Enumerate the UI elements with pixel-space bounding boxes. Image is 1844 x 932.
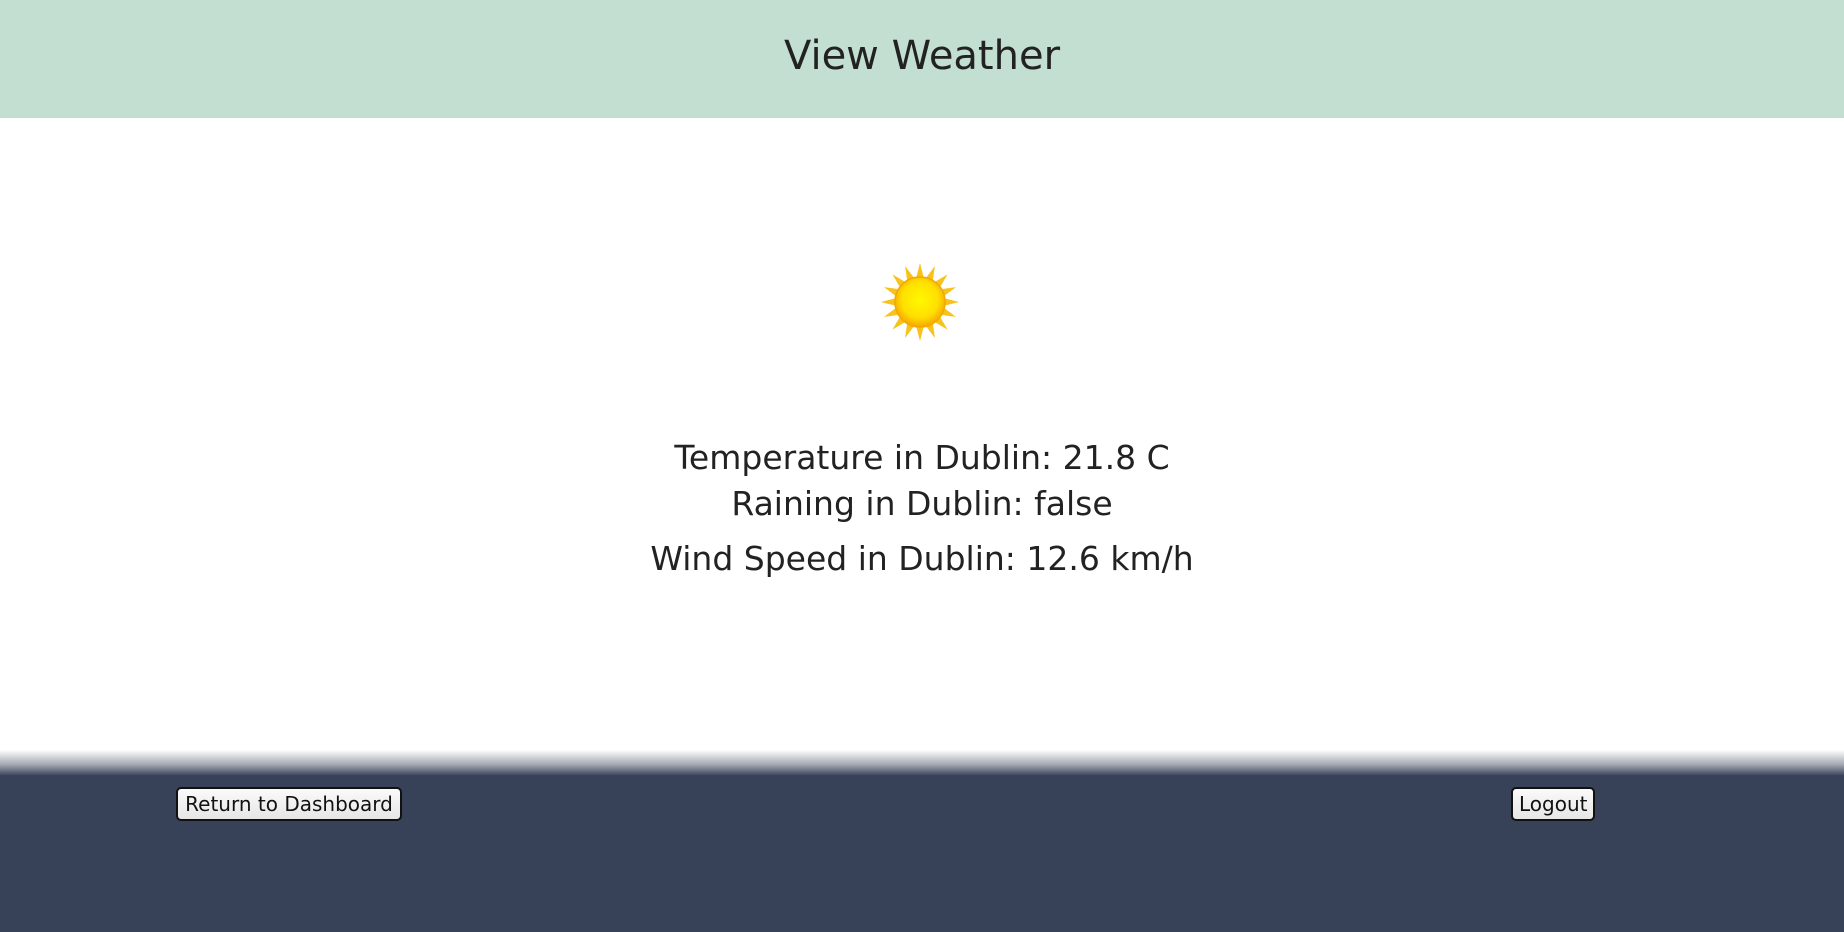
- sun-ray: [916, 263, 924, 278]
- sun-icon-graphic: [881, 263, 959, 341]
- page: View Weather Temperature in Dublin: 21.8…: [0, 0, 1844, 932]
- wind-speed-text: Wind Speed in Dublin: 12.6 km/h: [650, 539, 1194, 578]
- header-bar: View Weather: [0, 0, 1844, 118]
- sun-icon: [880, 262, 960, 342]
- return-to-dashboard-button[interactable]: Return to Dashboard: [176, 787, 402, 821]
- sun-ray: [916, 326, 924, 341]
- page-title: View Weather: [783, 33, 1061, 79]
- sun-ray: [944, 298, 959, 306]
- footer-shadow: [0, 750, 1844, 776]
- raining-text: Raining in Dublin: false: [731, 484, 1113, 523]
- sun-ray: [881, 298, 896, 306]
- logout-button[interactable]: Logout: [1511, 787, 1595, 821]
- temperature-text: Temperature in Dublin: 21.8 C: [674, 438, 1170, 477]
